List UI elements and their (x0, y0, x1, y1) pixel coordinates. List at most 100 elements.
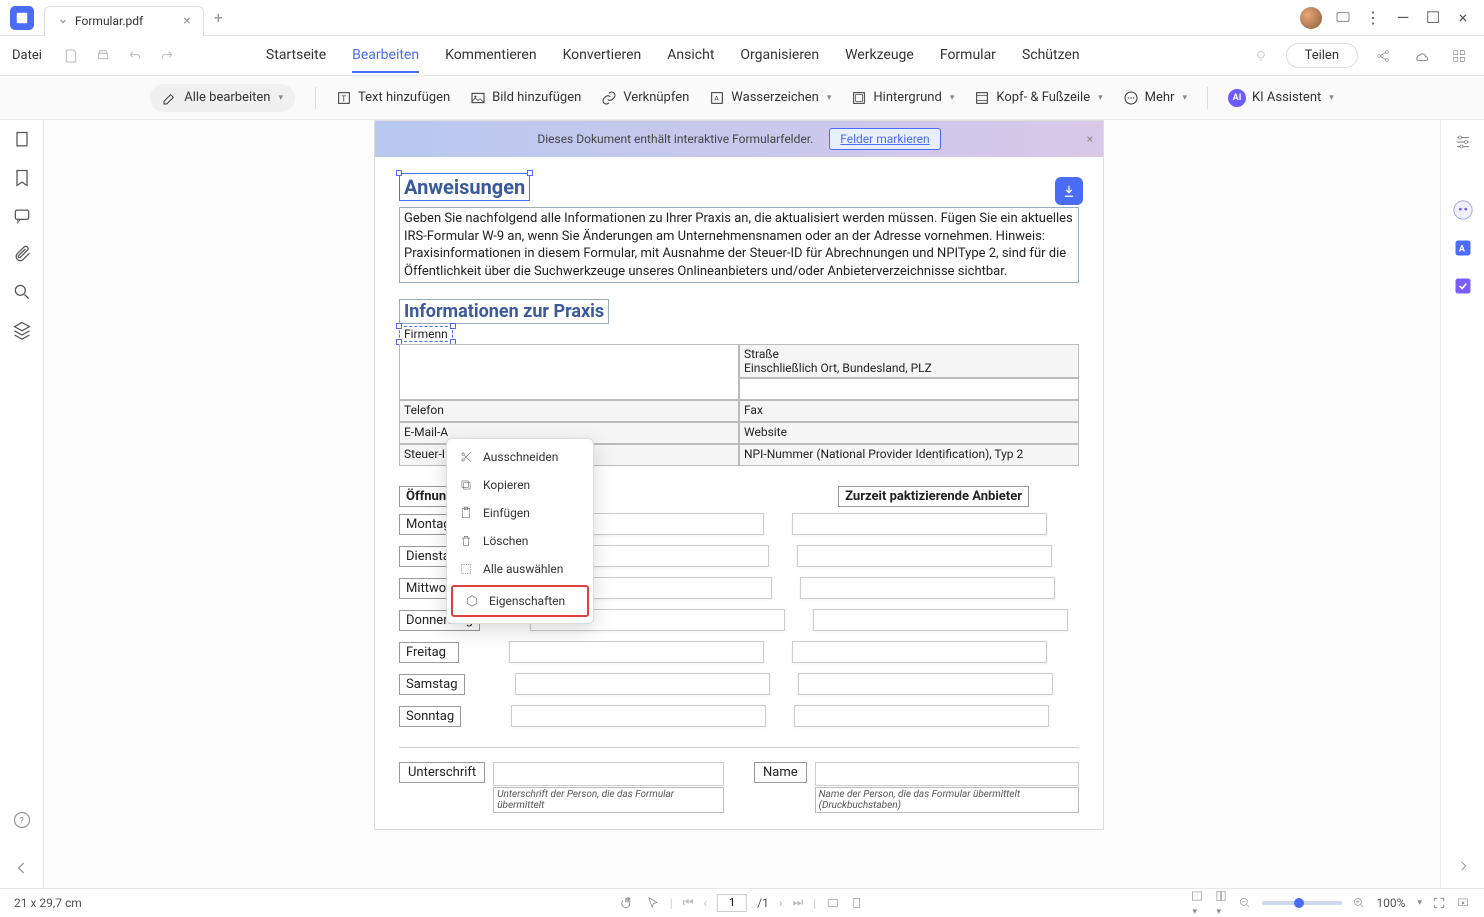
grid-icon[interactable] (1446, 43, 1472, 69)
title-bar: Formular.pdf × + ⋮ — ☐ × (0, 0, 1484, 36)
selected-form-field[interactable]: Firmenn (399, 326, 453, 342)
presentation-icon[interactable] (1456, 896, 1470, 910)
comment-icon[interactable] (1334, 9, 1352, 27)
menu-tab-schützen[interactable]: Schützen (1022, 39, 1080, 73)
comments-icon[interactable] (12, 206, 32, 226)
context-paste[interactable]: Einfügen (447, 499, 593, 527)
providers-input[interactable] (792, 513, 1047, 535)
collapse-right-icon[interactable] (1451, 854, 1475, 878)
context-delete[interactable]: Löschen (447, 527, 593, 555)
menu-tab-formular[interactable]: Formular (940, 39, 996, 73)
fullscreen-icon[interactable] (1432, 896, 1446, 910)
settings-sliders-icon[interactable] (1451, 130, 1475, 154)
select-tool-icon[interactable] (646, 896, 660, 910)
window-maximize-icon[interactable]: ☐ (1424, 9, 1442, 27)
menu-tab-ansicht[interactable]: Ansicht (667, 39, 714, 73)
kebab-menu-icon[interactable]: ⋮ (1364, 9, 1382, 27)
link-tool[interactable]: Verknüpfen (601, 90, 689, 106)
zoom-in-icon[interactable] (1352, 896, 1366, 910)
bookmark-icon[interactable] (12, 168, 32, 188)
fit-width-icon[interactable] (826, 896, 840, 910)
hours-input[interactable] (515, 673, 770, 695)
context-select-all[interactable]: Alle auswählen (447, 555, 593, 583)
context-properties[interactable]: Eigenschaften (451, 585, 589, 617)
highlight-fields-button[interactable]: Felder markieren (829, 128, 940, 150)
first-page-icon[interactable]: ⏮ (683, 895, 694, 910)
layers-icon[interactable] (12, 320, 32, 340)
providers-input[interactable] (794, 705, 1049, 727)
ai-assistant-tool[interactable]: AI KI Assistent▾ (1228, 89, 1334, 107)
menu-tab-werkzeuge[interactable]: Werkzeuge (845, 39, 914, 73)
window-minimize-icon[interactable]: — (1394, 9, 1412, 27)
edit-all-tool[interactable]: Alle bearbeiten▾ (150, 84, 295, 112)
providers-input[interactable] (798, 673, 1053, 695)
user-avatar[interactable] (1300, 7, 1322, 29)
print-icon[interactable] (90, 43, 116, 69)
add-image-tool[interactable]: Bild hinzufügen (470, 90, 581, 106)
redo-icon[interactable] (154, 43, 180, 69)
tab-close-icon[interactable]: × (183, 13, 190, 29)
menu-tab-organisieren[interactable]: Organisieren (740, 39, 819, 73)
providers-input[interactable] (797, 545, 1052, 567)
horizontal-rule (399, 747, 1079, 748)
share-link-icon[interactable] (1370, 43, 1396, 69)
form-cell-company[interactable] (399, 344, 739, 400)
lightbulb-icon[interactable] (1248, 43, 1274, 69)
collapse-left-icon[interactable] (12, 858, 32, 878)
thumbnails-icon[interactable] (12, 130, 32, 150)
save-icon[interactable] (58, 43, 84, 69)
instructions-paragraph[interactable]: Geben Sie nachfolgend alle Informationen… (399, 207, 1079, 283)
zoom-slider[interactable] (1262, 901, 1342, 905)
heading-practice-info[interactable]: Informationen zur Praxis (399, 299, 609, 324)
banner-close-icon[interactable]: × (1087, 132, 1093, 146)
prev-page-icon[interactable]: ‹ (704, 896, 708, 910)
header-footer-label: Kopf- & Fußzeile (996, 90, 1090, 105)
translate-icon[interactable]: A (1451, 236, 1475, 260)
context-copy[interactable]: Kopieren (447, 471, 593, 499)
share-button[interactable]: Teilen (1286, 43, 1358, 68)
hours-input[interactable] (511, 705, 766, 727)
watermark-tool[interactable]: A Wasserzeichen▾ (709, 90, 831, 106)
add-text-tool[interactable]: T Text hinzufügen (336, 90, 450, 106)
label-website: Website (739, 422, 1079, 444)
help-icon[interactable]: ? (12, 810, 32, 830)
search-icon[interactable] (12, 282, 32, 302)
providers-input[interactable] (792, 641, 1047, 663)
hand-tool-icon[interactable] (620, 895, 636, 911)
providers-input[interactable] (813, 609, 1068, 631)
attachment-icon[interactable] (12, 244, 32, 264)
context-cut[interactable]: Ausschneiden (447, 443, 593, 471)
header-footer-tool[interactable]: Kopf- & Fußzeile▾ (974, 90, 1102, 106)
background-tool[interactable]: Hintergrund▾ (851, 90, 954, 106)
menu-tab-bearbeiten[interactable]: Bearbeiten (352, 39, 419, 73)
last-page-icon[interactable]: ⏭ (792, 895, 803, 910)
zoom-level-label[interactable]: 100% (1376, 896, 1405, 910)
document-tab[interactable]: Formular.pdf × (44, 6, 204, 36)
document-canvas[interactable]: Dieses Dokument enthält interaktive Form… (44, 120, 1440, 888)
name-field[interactable] (815, 762, 1079, 786)
new-tab-button[interactable]: + (214, 8, 223, 27)
zoom-out-icon[interactable] (1238, 896, 1252, 910)
menu-tab-kommentieren[interactable]: Kommentieren (445, 39, 536, 73)
menu-tab-startseite[interactable]: Startseite (266, 39, 326, 73)
next-page-icon[interactable]: › (779, 896, 783, 910)
form-cell-street[interactable] (739, 378, 1079, 400)
signature-field[interactable] (493, 762, 724, 786)
check-badge-icon[interactable] (1451, 274, 1475, 298)
window-close-icon[interactable]: × (1454, 9, 1472, 27)
heading-instructions[interactable]: Anweisungen (399, 173, 530, 201)
undo-icon[interactable] (122, 43, 148, 69)
read-mode-icon[interactable]: ▾ (1190, 889, 1204, 917)
download-badge-icon[interactable] (1055, 177, 1083, 205)
menu-tab-konvertieren[interactable]: Konvertieren (563, 39, 642, 73)
hours-input[interactable] (509, 641, 764, 663)
more-tool[interactable]: Mehr▾ (1123, 90, 1187, 106)
cloud-icon[interactable] (1408, 43, 1434, 69)
providers-input[interactable] (800, 577, 1055, 599)
file-menu[interactable]: Datei (12, 48, 42, 63)
page-number-input[interactable] (717, 894, 747, 912)
ai-chat-icon[interactable] (1451, 198, 1475, 222)
label-street: StraßeEinschließlich Ort, Bundesland, PL… (739, 344, 1079, 378)
fit-page-icon[interactable] (850, 896, 864, 910)
view-mode-icon[interactable]: ▾ (1214, 889, 1228, 917)
